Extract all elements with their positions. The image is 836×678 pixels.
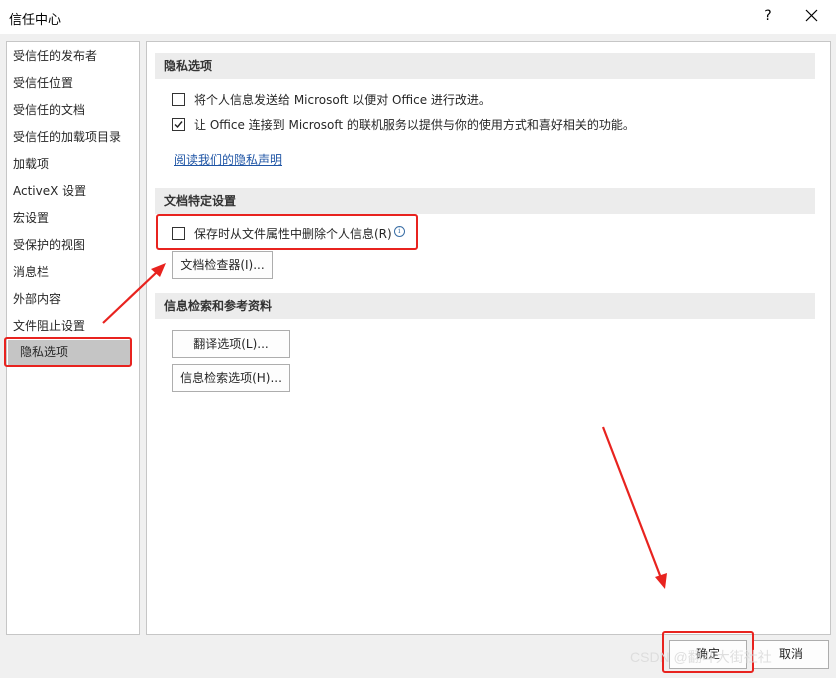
watermark: CSDN @翻斗大街社社 — [630, 649, 772, 665]
annotation-arrows — [102, 263, 667, 589]
annotation-arrow-to-checkbox — [102, 270, 159, 324]
annotation-arrowhead-ok — [655, 573, 667, 589]
annotation-arrow-to-ok — [601, 426, 663, 579]
